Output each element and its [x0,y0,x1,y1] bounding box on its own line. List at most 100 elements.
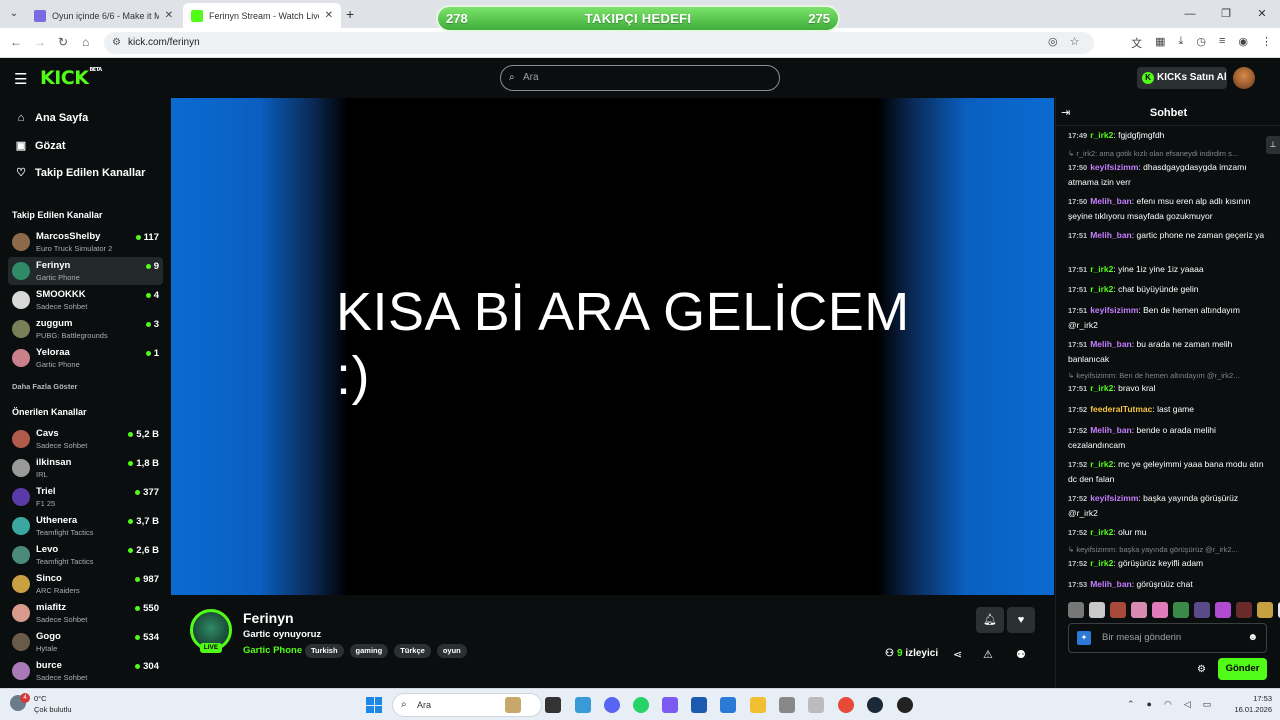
emote-icon[interactable] [1131,602,1147,618]
close-tab-icon[interactable]: ✕ [325,10,333,21]
streamer-name[interactable]: Ferinyn [243,610,294,626]
emote-icon[interactable] [1173,602,1189,618]
tag[interactable]: oyun [436,644,467,658]
battery-icon[interactable]: ▭ [1203,699,1212,710]
volume-icon[interactable]: ◁ [1184,699,1191,710]
emoji-icon[interactable]: ☻ [1247,624,1258,652]
chat-username[interactable]: r_irk2 [1090,558,1113,568]
download-icon[interactable]: ⤓ [1178,35,1183,51]
task-view-icon[interactable] [545,697,561,713]
chat-message-input[interactable]: ✦ Bir mesaj gönderin ☻ [1068,623,1267,653]
sidebar-channel-yeloraa[interactable]: Yeloraa Gartic Phone 1 [8,344,163,372]
forward-icon[interactable]: → [34,35,46,49]
follow-heart-button[interactable]: ♥ [1007,607,1035,633]
notification-bell-button[interactable]: 🔔︎ [976,607,1004,633]
chat-username[interactable]: Melih_ban [1090,339,1132,349]
file-explorer-icon[interactable] [750,697,766,713]
emote-icon[interactable] [1257,602,1273,618]
whatsapp-icon[interactable] [633,697,649,713]
sidebar-channel-ferinyn[interactable]: Ferinyn Gartic Phone 9 [8,257,163,285]
sidebar-channel-burce[interactable]: burce Sadece Sohbet 304 [8,657,163,685]
sidebar-channel-levo[interactable]: Levo Teamfight Tactics 2,6 B [8,541,163,569]
sidebar-channel-smookkk[interactable]: SMOOKKK Sadece Sohbet 4 [8,286,163,314]
chat-username[interactable]: r_irk2 [1090,264,1113,274]
chat-username[interactable]: r_irk2 [1090,284,1113,294]
kick-logo[interactable]: KICKBETA [40,67,102,89]
profile-icon[interactable]: ◉ [1238,35,1248,51]
steam-icon[interactable] [867,697,883,713]
mouse-app-icon[interactable] [808,697,824,713]
video-player[interactable]: KISA Bİ ARA GELİCEM :) [171,98,1054,595]
user-avatar[interactable] [1233,67,1255,89]
chat-username[interactable]: keyifsizimm [1090,493,1138,503]
clock[interactable]: 17:53 16.01.2026 [1234,693,1272,715]
pin-icon[interactable]: ⊥ [1266,136,1280,154]
chevron-up-icon[interactable]: ⌃ [1127,699,1135,710]
mail-icon[interactable] [720,697,736,713]
send-button[interactable]: Gönder [1218,658,1267,680]
maximize-icon[interactable]: ❐ [1208,0,1244,28]
chat-username[interactable]: Melih_ban [1090,425,1132,435]
search-input[interactable]: ⌕ Ara [500,65,780,91]
chat-username[interactable]: r_irk2 [1090,383,1113,393]
chat-settings-icon[interactable]: ⚙ [1197,664,1206,675]
emote-icon[interactable] [1110,602,1126,618]
chat-username[interactable]: r_irk2 [1090,130,1113,140]
sidebar-channel-miafitz[interactable]: miafitz Sadece Sohbet 550 [8,599,163,627]
microphone-icon[interactable]: ● [1147,699,1152,710]
menu-icon[interactable]: ☰ [14,70,27,88]
back-icon[interactable]: ← [10,35,22,49]
eye-off-icon[interactable]: ◎ [1048,35,1058,48]
tag[interactable]: gaming [349,644,389,658]
emote-icon[interactable] [1152,602,1168,618]
site-info-icon[interactable]: ⚙ [112,32,121,54]
reply-context[interactable]: ↳ keyifsizimm: Ben de hemen altındayım @… [1068,371,1266,380]
tab-search-icon[interactable]: ⌄ [6,6,22,22]
nav-home[interactable]: ⌂ Ana Sayfa [12,112,89,124]
sidebar-channel-cavs[interactable]: Cavs Sadece Sohbet 5,2 B [8,425,163,453]
nav-following[interactable]: ♡ Takip Edilen Kanallar [12,166,145,180]
translate-icon[interactable]: 文 [1131,35,1142,51]
emote-icon[interactable] [1215,602,1231,618]
report-icon[interactable]: ⚠ [983,648,993,661]
extensions-icon[interactable]: ▦ [1155,35,1165,51]
tag[interactable]: Turkish [305,644,344,658]
calculator-icon[interactable] [779,697,795,713]
emote-icon[interactable] [1089,602,1105,618]
emote-icon[interactable] [1068,602,1084,618]
windows-start-icon[interactable] [366,697,382,713]
user-options-icon[interactable]: ⚉ [1016,648,1026,661]
chat-username[interactable]: keyifsizimm [1090,162,1138,172]
copilot-icon[interactable] [662,697,678,713]
history-icon[interactable]: ◷ [1196,35,1206,51]
reply-context[interactable]: ↳ keyifsizimm: başka yayında görüşürüz @… [1068,545,1266,554]
minimize-icon[interactable]: — [1172,0,1208,28]
chrome-icon[interactable] [838,697,854,713]
stream-category-link[interactable]: Gartic Phone [243,645,302,656]
sidebar-channel-gogo[interactable]: Gogo Hytale 534 [8,628,163,656]
url-field[interactable]: ⚙ kick.com/ferinyn [104,32,1094,54]
chat-username[interactable]: Melih_ban [1090,230,1132,240]
emote-icon[interactable] [1236,602,1252,618]
browser-tab-meme[interactable]: Oyun içinde 6/6 - Make it Meme ✕ [26,3,181,28]
reading-list-icon[interactable]: ≡ [1219,35,1225,51]
nav-browse[interactable]: ▣ Gözat [12,139,66,153]
chat-username[interactable]: r_irk2 [1090,459,1113,469]
buy-kicks-button[interactable]: K KICKs Satın Al [1137,67,1227,89]
store-icon[interactable] [691,697,707,713]
sidebar-channel-uthenera[interactable]: Uthenera Teamfight Tactics 3,7 B [8,512,163,540]
close-tab-icon[interactable]: ✕ [165,10,173,21]
sidebar-channel-sinco[interactable]: Sinco ARC Raiders 987 [8,570,163,598]
close-window-icon[interactable]: ✕ [1244,0,1280,28]
share-icon[interactable]: ⋖ [953,648,962,661]
new-tab-button[interactable]: + [346,6,354,22]
home-icon[interactable]: ⌂ [82,35,89,49]
tag[interactable]: Türkçe [394,644,431,658]
chat-username[interactable]: Melih_ban [1090,196,1132,206]
sidebar-channel-ilkinsan[interactable]: ilkinsan IRL 1,8 B [8,454,163,482]
sidebar-channel-triel[interactable]: Triel F1 25 377 [8,483,163,511]
reload-icon[interactable]: ↻ [58,35,68,49]
discord-icon[interactable] [604,697,620,713]
reply-context[interactable]: ↳ r_irk2: ama gotik kızlı olan efsaneydi… [1068,149,1266,158]
widgets-icon[interactable] [575,697,591,713]
